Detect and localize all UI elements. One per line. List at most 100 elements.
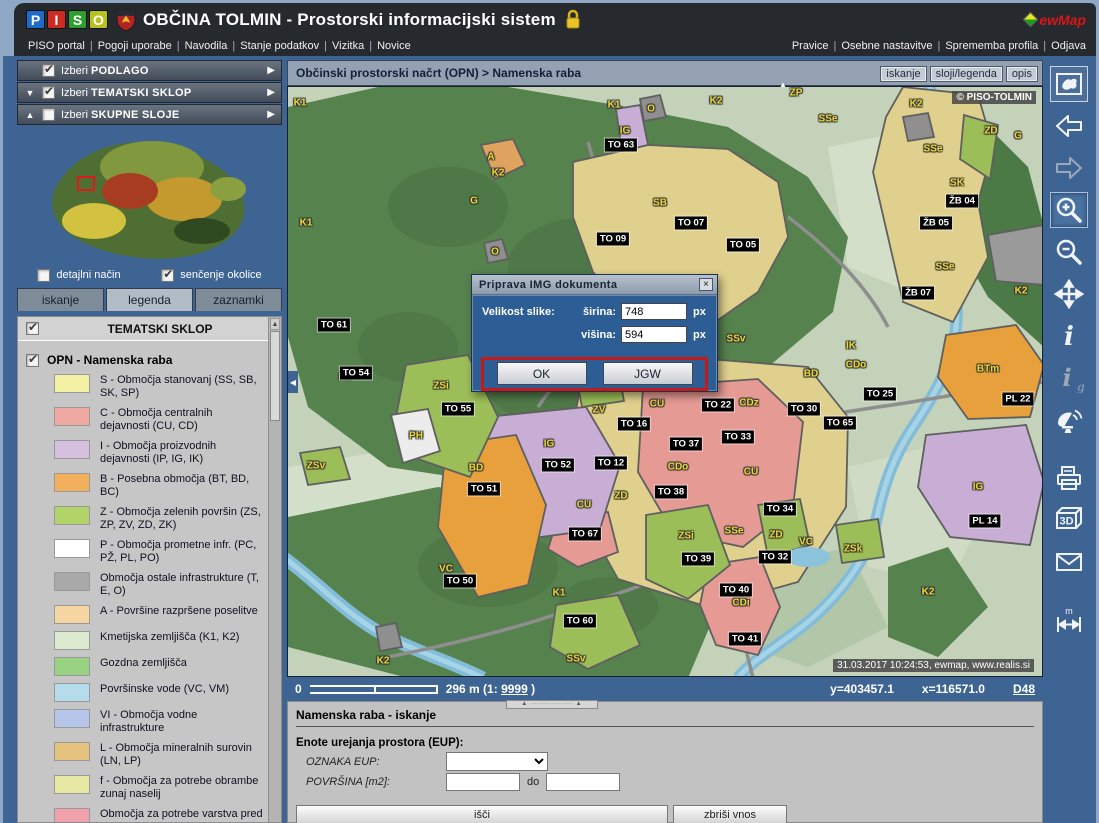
map-button-sloji-legenda[interactable]: sloji/legenda (930, 66, 1003, 82)
scale-text: 296 m (1: 9999 ) (446, 682, 535, 696)
collapse-arrow-icon[interactable]: ▼ (24, 88, 36, 98)
expand-arrow-icon[interactable]: ▶ (267, 109, 275, 120)
eup-badge-label: TO 55 (442, 403, 474, 416)
collapse-handle-top-icon[interactable]: ▲ (779, 80, 787, 89)
overview-map[interactable] (17, 126, 282, 264)
legend-item: A - Površine razpršene poselitve (54, 605, 264, 624)
datum-link[interactable]: D48 (1013, 682, 1035, 696)
menu-separator: | (937, 40, 940, 52)
tab-legenda[interactable]: legenda (106, 288, 193, 311)
legend-item: P - Območja prometne infr. (PC, PŽ, PL, … (54, 539, 264, 565)
map-header-buttons: iskanjesloji/legendaopis (877, 64, 1038, 82)
eup-badge-label: TO 67 (569, 528, 601, 541)
zoom-in-icon[interactable] (1050, 192, 1088, 228)
collapse-arrow-icon[interactable]: ▲ (24, 110, 36, 120)
main-menu: PISO portal|Pogoji uporabe|Navodila|Stan… (28, 40, 411, 52)
info-group-icon[interactable]: ig (1050, 360, 1088, 396)
legend-swatch (54, 808, 90, 823)
menu-item-pogoji-uporabe[interactable]: Pogoji uporabe (98, 40, 172, 52)
back-arrow-icon[interactable] (1050, 108, 1088, 144)
expand-arrow-icon[interactable]: ▶ (267, 65, 275, 76)
legend-item: I - Območja proizvodnih dejavnosti (IP, … (54, 440, 264, 466)
zone-label: SSv (567, 654, 586, 665)
collapse-handle-left-icon[interactable]: ◀ (288, 371, 298, 393)
area-to-input[interactable] (546, 773, 620, 791)
menu-item-novice[interactable]: Novice (377, 40, 411, 52)
zone-label: ZD (984, 126, 997, 137)
zone-label: ZSv (307, 461, 325, 472)
mail-icon[interactable] (1050, 544, 1088, 580)
user-menu-item-osebne-nastavitve[interactable]: Osebne nastavitve (841, 40, 932, 52)
accordion-label: Izberi SKUPNE SLOJE (61, 109, 180, 121)
print-icon[interactable] (1050, 460, 1088, 496)
eup-badge-label: PL 14 (969, 515, 1000, 528)
zone-label: SSe (924, 144, 943, 155)
eup-code-select[interactable] (446, 752, 548, 771)
accordion-checkbox[interactable] (42, 86, 55, 99)
3d-icon[interactable]: 3D (1050, 502, 1088, 538)
legend-swatch (54, 657, 90, 676)
accordion-podlago[interactable]: Izberi PODLAGO▶ (17, 60, 282, 81)
height-input[interactable] (621, 326, 687, 343)
menu-item-vizitka[interactable]: Vizitka (332, 40, 364, 52)
piso-logo[interactable]: PISO (26, 10, 108, 29)
option-checkbox[interactable] (161, 269, 174, 282)
info-icon[interactable]: i (1050, 318, 1088, 354)
option-checkbox[interactable] (37, 269, 50, 282)
scrollbar-thumb[interactable] (270, 331, 280, 421)
pan-icon[interactable] (1050, 276, 1088, 312)
opn-layer-checkbox[interactable] (26, 354, 39, 367)
gps-icon[interactable] (1050, 402, 1088, 438)
accordion-checkbox[interactable] (42, 64, 55, 77)
tab-zaznamki[interactable]: zaznamki (195, 288, 282, 311)
clear-button[interactable]: zbriši vnos (673, 805, 787, 823)
header: PISO OBČINA TOLMIN - Prostorski informac… (14, 3, 1096, 56)
legend-scrollbar[interactable]: ▲ (268, 317, 281, 822)
menu-item-piso-portal[interactable]: PISO portal (28, 40, 85, 52)
width-input[interactable] (621, 303, 687, 320)
size-label: Velikost slike: (482, 306, 574, 318)
zone-label: K2 (922, 587, 935, 598)
eup-badge-label: TO 34 (764, 503, 796, 516)
search-button[interactable]: išči (296, 805, 668, 823)
user-menu: Pravice|Osebne nastavitve|Sprememba prof… (792, 40, 1086, 52)
eup-badge-label: TO 37 (670, 438, 702, 451)
accordion-tematski-sklop[interactable]: ▼Izberi TEMATSKI SKLOP▶ (17, 82, 282, 103)
menu-item-stanje-podatkov[interactable]: Stanje podatkov (240, 40, 319, 52)
zone-label: ZD (769, 530, 782, 541)
user-menu-item-pravice[interactable]: Pravice (792, 40, 829, 52)
map-button-iskanje[interactable]: iskanje (880, 66, 926, 82)
menu-item-navodila[interactable]: Navodila (185, 40, 228, 52)
panel-collapse-handle[interactable]: ▲ ·············· ▲ (506, 700, 598, 709)
map-canvas[interactable]: K1K1OIGK2ZPSSeK2ZDGAK2GOK1SBSKSSeK2SSeZS… (287, 86, 1043, 677)
zone-label: K2 (377, 656, 390, 667)
accordion-checkbox[interactable] (42, 108, 55, 121)
zone-label: CDo (846, 360, 867, 371)
legend-swatch (54, 539, 90, 558)
dialog-close-icon[interactable]: × (699, 278, 713, 291)
zone-label: SSv (727, 334, 746, 345)
accordion-skupne-sloje[interactable]: ▲ Izberi SKUPNE SLOJE ▶ (17, 104, 282, 125)
ewmap-diamond-icon (1023, 12, 1039, 28)
full-extent-icon[interactable] (1050, 66, 1088, 102)
forward-arrow-icon[interactable] (1050, 150, 1088, 186)
expand-arrow-icon[interactable]: ▶ (267, 87, 275, 98)
scale-value-link[interactable]: 9999 (501, 682, 528, 696)
piso-logo-letter: P (26, 10, 45, 29)
opn-layer-title: OPN - Namenska raba (47, 353, 172, 367)
zoom-out-icon[interactable] (1050, 234, 1088, 270)
measure-icon[interactable]: m (1050, 602, 1088, 638)
legend-item: Z - Območja zelenih površin (ZS, ZP, ZV,… (54, 506, 264, 532)
user-menu-item-odjava[interactable]: Odjava (1051, 40, 1086, 52)
tab-iskanje[interactable]: iskanje (17, 288, 104, 311)
eup-badge-label: TO 61 (318, 319, 350, 332)
eup-badge-label: ŽB 07 (902, 287, 934, 300)
scroll-up-icon[interactable]: ▲ (270, 318, 280, 330)
piso-app: { "header": { "logo_letters": ["P","I","… (0, 0, 1099, 823)
user-menu-item-sprememba-profila[interactable]: Sprememba profila (945, 40, 1038, 52)
dialog-titlebar[interactable]: Priprava IMG dokumenta × (472, 275, 717, 295)
zone-label: A (487, 152, 494, 163)
legend-group-checkbox[interactable] (26, 322, 39, 335)
area-from-input[interactable] (446, 773, 520, 791)
map-button-opis[interactable]: opis (1006, 66, 1038, 82)
